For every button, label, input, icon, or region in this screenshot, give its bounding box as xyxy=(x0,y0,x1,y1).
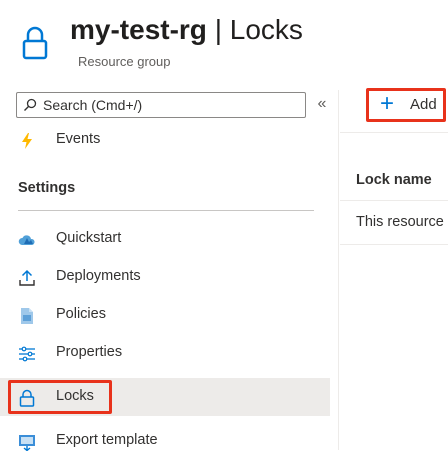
add-highlight-box xyxy=(366,88,446,122)
search-input[interactable]: Search (Cmd+/) xyxy=(16,92,306,118)
resource-name: my-test-rg xyxy=(70,14,207,45)
page-title: my-test-rg | Locks xyxy=(70,12,303,48)
collapse-sidebar-button[interactable]: « xyxy=(314,92,330,116)
page-subtitle: Resource group xyxy=(78,54,171,69)
page-header: my-test-rg | Locks Resource group xyxy=(0,0,448,80)
sidebar-item-label: Events xyxy=(56,131,101,147)
sidebar-item-policies[interactable]: Policies xyxy=(0,296,330,334)
sidebar-item-label: Properties xyxy=(56,344,123,360)
section-divider xyxy=(18,210,314,211)
toolbar-divider xyxy=(340,132,448,133)
search-icon xyxy=(24,98,37,111)
sidebar-item-deployments[interactable]: Deployments xyxy=(0,258,330,296)
header-divider xyxy=(340,200,448,201)
lock-icon xyxy=(22,26,48,60)
sidebar-item-properties[interactable]: Properties xyxy=(0,334,330,372)
search-placeholder: Search (Cmd+/) xyxy=(43,97,143,113)
sidebar-item-label: Deployments xyxy=(56,268,141,284)
sidebar-divider xyxy=(338,90,339,450)
export-icon xyxy=(19,435,35,451)
sidebar-item-label: Export template xyxy=(56,432,158,448)
locks-highlight-box xyxy=(8,380,112,414)
lightning-icon xyxy=(22,133,32,149)
upload-icon xyxy=(19,269,35,286)
settings-section-title: Settings xyxy=(18,180,76,196)
table-row: This resource xyxy=(356,214,444,230)
page-name: Locks xyxy=(229,14,303,45)
sidebar-item-quickstart[interactable]: Quickstart xyxy=(0,220,330,258)
sidebar-item-events[interactable]: Events xyxy=(0,124,330,162)
document-icon xyxy=(21,308,33,324)
sliders-icon xyxy=(19,346,35,362)
cloud-icon xyxy=(18,235,35,245)
row-divider xyxy=(340,244,448,245)
sidebar-item-export-template[interactable]: Export template xyxy=(0,422,330,460)
sidebar-item-label: Policies xyxy=(56,306,106,322)
sidebar-item-label: Quickstart xyxy=(56,230,122,246)
column-header-lock-name: Lock name xyxy=(356,172,432,188)
title-separator: | xyxy=(206,14,230,45)
